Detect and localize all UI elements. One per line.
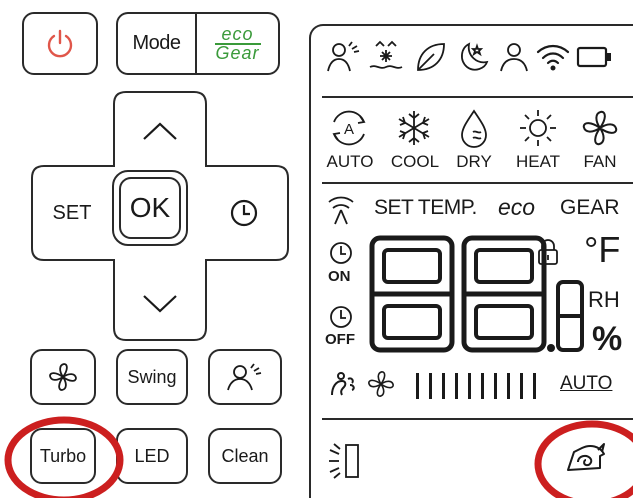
- timer-on-label: ON: [328, 268, 351, 285]
- sleep-moon-icon: [461, 42, 489, 71]
- eco-gear-bottom-label: Gear: [215, 42, 260, 63]
- divider-top: [322, 96, 633, 98]
- wifi-icon: [536, 44, 570, 71]
- fan-speed-bar: [494, 373, 497, 399]
- fan-speed-bar: [533, 373, 536, 399]
- led-button[interactable]: LED: [116, 428, 188, 484]
- fan-speed-person-icon: [331, 372, 355, 396]
- eco-label: eco: [498, 194, 536, 220]
- mode-label-dry: DRY: [456, 152, 492, 171]
- mode-button[interactable]: Mode: [116, 12, 196, 75]
- eco-gear-top-label: eco: [221, 23, 254, 44]
- chevron-down-icon: [143, 295, 177, 313]
- timer-on-clock-icon: [330, 242, 352, 264]
- mode-label-cool: COOL: [390, 152, 440, 171]
- led-button-label: LED: [134, 445, 170, 466]
- set-temp-label: SET TEMP.: [374, 196, 477, 219]
- fan-speed-bar: [455, 373, 458, 399]
- rh-label: RH: [588, 287, 620, 312]
- fan-speed-fan-icon: [368, 371, 394, 397]
- swing-button-label: Swing: [127, 366, 177, 387]
- percent-label: %: [592, 320, 623, 358]
- mode-button-label: Mode: [132, 32, 181, 54]
- chevron-up-icon: [143, 122, 177, 140]
- fan-icon: [582, 110, 618, 146]
- mode-label-auto: AUTO: [326, 152, 374, 171]
- display-light-icon: [329, 443, 359, 479]
- fan-icon: [49, 363, 77, 391]
- snowflake-icon: [398, 111, 430, 145]
- fan-speed-bar: [468, 373, 471, 399]
- dpad-up-button[interactable]: [118, 96, 202, 166]
- sun-icon: [520, 110, 556, 146]
- follow-me-button[interactable]: [208, 349, 282, 405]
- swing-button[interactable]: Swing: [116, 349, 188, 405]
- person-icon: [500, 43, 528, 72]
- fan-auto-label: AUTO: [560, 373, 613, 394]
- swing-louver-icon: [328, 196, 354, 225]
- unit-fahrenheit-label: °F: [584, 229, 621, 270]
- ok-button[interactable]: OK: [112, 170, 188, 246]
- set-button-label: SET: [52, 201, 92, 224]
- fresh-air-icon: [369, 40, 403, 69]
- leaf-icon: [417, 43, 445, 71]
- power-button[interactable]: [22, 12, 98, 75]
- fan-speed-bar: [429, 373, 432, 399]
- dpad-down-button[interactable]: [118, 268, 202, 338]
- lock-icon: [538, 239, 558, 265]
- person-signal-icon: [327, 41, 360, 72]
- mode-label-fan: FAN: [583, 152, 617, 171]
- gear-label: GEAR: [560, 196, 620, 219]
- fan-speed-bar: [416, 373, 419, 399]
- fan-speed-bar: [507, 373, 510, 399]
- battery-icon: [576, 46, 611, 68]
- divider-mode: [322, 182, 633, 184]
- clock-icon: [230, 199, 258, 227]
- auto-mode-icon-letter: A: [344, 121, 354, 138]
- person-signal-icon: [227, 363, 262, 391]
- auto-mode-icon: A: [332, 110, 366, 146]
- ok-button-inner: OK: [119, 177, 181, 239]
- fan-speed-bar: [520, 373, 523, 399]
- turbo-highlight-circle: [4, 416, 124, 498]
- eco-gear-button[interactable]: eco Gear: [196, 12, 280, 75]
- power-icon: [47, 29, 73, 57]
- fan-speed-button[interactable]: [30, 349, 96, 405]
- clean-button-label: Clean: [221, 445, 269, 466]
- fan-speed-bar: [442, 373, 445, 399]
- turbo-icon-highlight-circle: [534, 420, 633, 498]
- fan-speed-bar: [481, 373, 484, 399]
- mode-label-heat: HEAT: [515, 152, 561, 171]
- clean-button[interactable]: Clean: [208, 428, 282, 484]
- water-drop-icon: [461, 109, 487, 148]
- timer-button[interactable]: [206, 170, 282, 256]
- set-button[interactable]: SET: [34, 170, 110, 256]
- fan-speed-bars: [416, 373, 536, 399]
- timer-off-label: OFF: [325, 331, 355, 348]
- ok-button-label: OK: [129, 192, 171, 223]
- timer-off-clock-icon: [330, 306, 352, 328]
